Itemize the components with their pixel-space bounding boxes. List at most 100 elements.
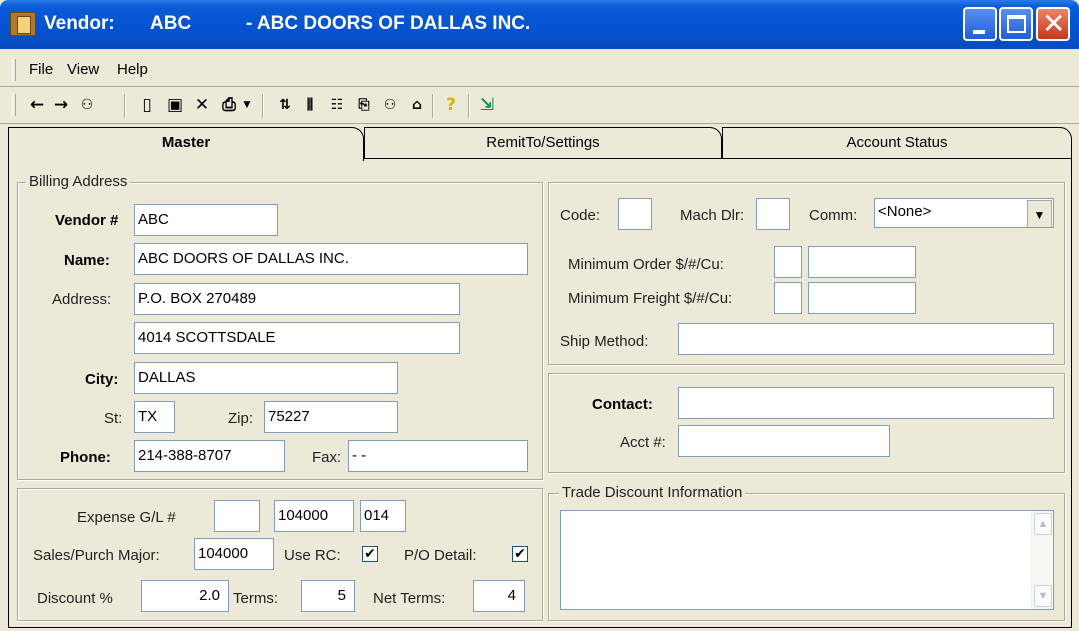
city-label: City:	[85, 371, 119, 388]
expense-gl-field-2[interactable]: 104000	[274, 500, 354, 532]
address-line2-field[interactable]: 4014 SCOTTSDALE	[134, 322, 460, 354]
minimum-freight-unit-field[interactable]	[774, 282, 802, 314]
title-bar[interactable]: Vendor: ABC - ABC DOORS OF DALLAS INC. ✕	[0, 0, 1079, 49]
close-button[interactable]: ✕	[1036, 7, 1070, 41]
comm-select[interactable]: <None> ▼	[874, 198, 1054, 228]
code-label: Code:	[560, 207, 601, 224]
help-question-icon[interactable]: ?	[440, 94, 462, 116]
maximize-button[interactable]	[999, 7, 1033, 41]
acct-number-field[interactable]	[678, 425, 890, 457]
menu-grip[interactable]	[12, 59, 16, 81]
close-icon: ✕	[1042, 7, 1066, 40]
comm-selected-value: <None>	[878, 203, 932, 220]
terms-label: Terms:	[233, 590, 278, 607]
window-title-prefix: Vendor:	[44, 13, 115, 34]
state-field[interactable]: TX	[134, 401, 175, 433]
minimum-order-field[interactable]	[808, 246, 916, 278]
mach-dlr-field[interactable]	[756, 198, 790, 230]
tab-account-label: Account Status	[846, 134, 948, 151]
name-label: Name:	[64, 252, 110, 269]
delete-x-icon[interactable]: ✕	[191, 94, 213, 116]
menu-help[interactable]: Help	[117, 61, 148, 78]
discount-field[interactable]: 2.0	[141, 580, 229, 612]
print-dropdown-icon[interactable]: ▼	[236, 94, 258, 116]
ship-method-field[interactable]	[678, 323, 1054, 355]
window-title-code: ABC	[150, 13, 192, 34]
new-document-icon[interactable]: ▯	[136, 94, 158, 116]
address-label: Address:	[52, 291, 112, 308]
arrow-right-icon[interactable]: →	[50, 94, 72, 116]
app-icon	[10, 12, 36, 36]
vendor-number-label: Vendor #	[55, 212, 119, 229]
phone-label: Phone:	[60, 449, 111, 466]
tool-columns-icon[interactable]: ⫼	[299, 94, 321, 116]
window-title-name: - ABC DOORS OF DALLAS INC.	[246, 13, 531, 34]
discount-label: Discount %	[37, 590, 113, 607]
exit-icon[interactable]: ⇲	[476, 94, 498, 116]
toolbar: ← → ⚇ ▯ ▣ ✕ ⎙ ▼ ⇅ ⫼ ☷ ⎘ ⚇ ⌂ ? ⇲	[0, 88, 1079, 124]
zip-label: Zip:	[228, 410, 254, 427]
sales-purch-major-label: Sales/Purch Major:	[33, 547, 160, 564]
phone-field[interactable]: 214-388-8707	[134, 440, 285, 472]
net-terms-label: Net Terms:	[373, 590, 446, 607]
minimize-button[interactable]	[963, 7, 997, 41]
scroll-up-icon[interactable]: ▲	[1034, 513, 1052, 535]
checkmark-icon: ✔	[364, 546, 376, 562]
tab-remit-settings[interactable]: RemitTo/Settings	[364, 127, 722, 159]
chevron-down-icon[interactable]: ▼	[1027, 200, 1052, 227]
toolbar-separator	[124, 94, 126, 118]
minimum-order-label: Minimum Order $/#/Cu:	[568, 256, 724, 273]
vendor-number-field[interactable]: ABC	[134, 204, 278, 236]
checkmark-icon: ✔	[514, 546, 526, 562]
zip-field[interactable]: 75227	[264, 401, 398, 433]
expense-gl-label: Expense G/L #	[77, 509, 176, 526]
binoculars-icon[interactable]: ⚇	[76, 94, 98, 116]
state-label: St:	[104, 410, 123, 427]
maximize-icon	[1007, 15, 1026, 33]
comm-label: Comm:	[809, 207, 858, 224]
name-field[interactable]: ABC DOORS OF DALLAS INC.	[134, 243, 528, 275]
tool-vendor-icon[interactable]: ⌂	[406, 94, 428, 116]
minimum-freight-label: Minimum Freight $/#/Cu:	[568, 290, 733, 307]
expense-gl-field-3[interactable]: 014	[360, 500, 406, 532]
scroll-down-icon[interactable]: ▼	[1034, 585, 1052, 607]
vertical-scrollbar[interactable]: ▲ ▼	[1031, 511, 1053, 609]
toolbar-separator	[468, 94, 470, 118]
address-line1-field[interactable]: P.O. BOX 270489	[134, 283, 460, 315]
mach-dlr-label: Mach Dlr:	[680, 207, 745, 224]
save-disk-icon[interactable]: ▣	[164, 94, 186, 116]
toolbar-separator	[432, 94, 434, 118]
minimum-order-unit-field[interactable]	[774, 246, 802, 278]
contact-label: Contact:	[592, 396, 653, 413]
toolbar-grip[interactable]	[12, 94, 16, 116]
sales-purch-major-field[interactable]: 104000	[194, 538, 274, 570]
tab-master[interactable]: Master	[8, 127, 364, 161]
tab-remit-label: RemitTo/Settings	[486, 134, 600, 151]
code-field[interactable]	[618, 198, 652, 230]
menu-bar: File View Help	[0, 52, 1079, 87]
terms-field[interactable]: 5	[301, 580, 355, 612]
tool-sort-icon[interactable]: ⇅	[274, 94, 296, 116]
tool-binoculars2-icon[interactable]: ⚇	[379, 94, 401, 116]
tab-account-status[interactable]: Account Status	[722, 127, 1072, 159]
menu-file[interactable]: File	[29, 61, 53, 78]
fax-label: Fax:	[312, 449, 342, 466]
net-terms-field[interactable]: 4	[473, 580, 525, 612]
use-rc-checkbox[interactable]: ✔	[362, 546, 378, 562]
arrow-left-icon[interactable]: ←	[26, 94, 48, 116]
trade-discount-textarea[interactable]: ▲ ▼	[560, 510, 1054, 610]
acct-number-label: Acct #:	[620, 434, 666, 451]
toolbar-separator	[262, 94, 264, 118]
tool-book-icon[interactable]: ⎘	[353, 94, 375, 116]
minimize-icon	[973, 30, 985, 34]
fax-field[interactable]: - -	[348, 440, 528, 472]
minimum-freight-field[interactable]	[808, 282, 916, 314]
tool-list-icon[interactable]: ☷	[326, 94, 348, 116]
city-field[interactable]: DALLAS	[134, 362, 398, 394]
po-detail-label: P/O Detail:	[404, 547, 477, 564]
contact-field[interactable]	[678, 387, 1054, 419]
expense-gl-field-1[interactable]	[214, 500, 260, 532]
menu-view[interactable]: View	[67, 61, 99, 78]
po-detail-checkbox[interactable]: ✔	[512, 546, 528, 562]
trade-discount-legend: Trade Discount Information	[559, 484, 746, 501]
